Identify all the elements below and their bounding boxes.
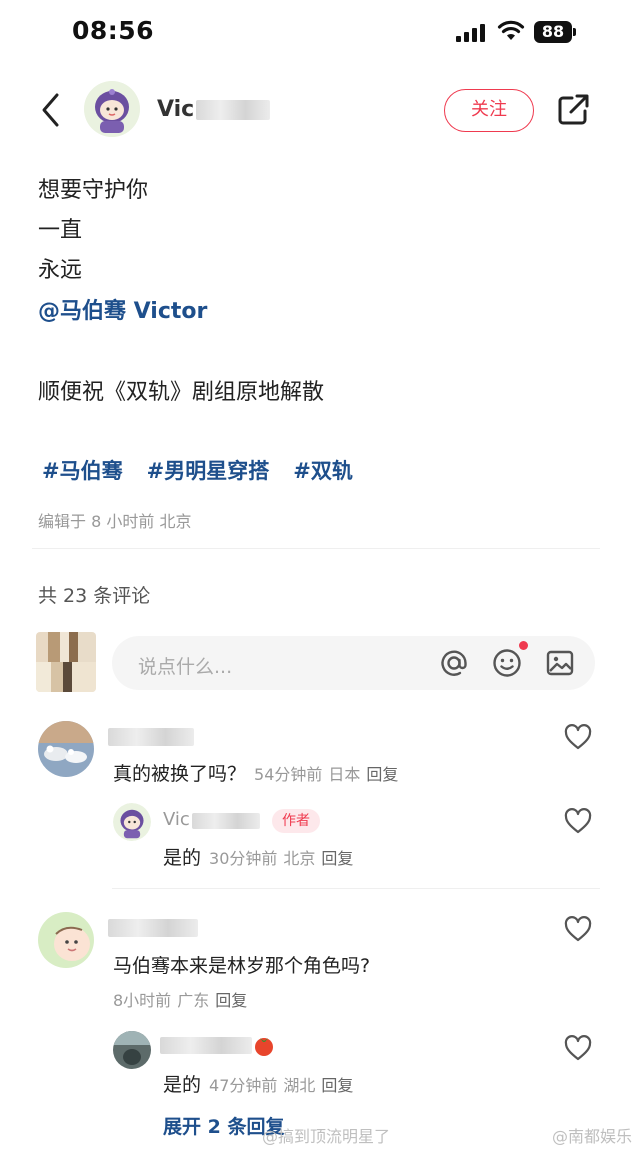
wifi-icon [497,20,525,40]
astronaut-avatar-icon [113,803,151,841]
like-heart-icon[interactable] [564,724,592,750]
comment-time: 8小时前 [113,991,172,1010]
comment-meta: 8小时前 广东 回复 [105,987,247,1011]
status-time: 08:56 [72,16,155,45]
author-reply-avatar[interactable] [113,803,151,841]
astronaut-avatar-icon [84,81,140,137]
comment-body[interactable]: 真的被换了吗？ 54分钟前 日本 回复 [113,759,398,786]
comment-count: 共 23 条评论 [38,585,151,607]
battery-tip [573,28,576,36]
comment-text[interactable]: 马伯骞本来是林岁那个角色吗? [113,951,370,978]
reply-author-name-text: Vic [163,809,190,830]
commenter-name [108,728,194,750]
reply-author-name [160,1037,252,1058]
reply-text: 是的 [163,1074,202,1096]
comment-time: 54分钟前 [254,765,323,784]
divider [32,548,600,549]
hashtag-link[interactable]: #双轨 [293,459,353,483]
at-mention-icon[interactable] [438,647,470,679]
hashtag-link[interactable]: #男明星穿搭 [147,459,270,483]
commenter-avatar[interactable] [38,912,94,968]
reply-button[interactable]: 回复 [215,991,247,1010]
commenter-avatar[interactable] [38,721,94,777]
blurred-name [196,100,271,120]
hashtags: #马伯骞 #男明星穿搭 #双轨 [42,455,377,485]
hashtag-link[interactable]: #马伯骞 [42,459,123,483]
notification-dot [519,641,528,650]
photo-avatar-icon [113,1031,151,1069]
emoji-icon[interactable] [491,647,523,679]
reply-body[interactable]: 是的 30分钟前 北京 回复 [163,843,353,870]
follow-button[interactable]: 关注 [444,89,534,132]
like-heart-icon[interactable] [564,808,592,834]
post-line-1: 想要守护你 [38,178,149,203]
author-name-text: Vic [157,97,195,122]
photo-avatar-icon [38,721,94,777]
blurred-name [108,728,194,746]
watermark-left: @搞到顶流明星了 [262,1127,391,1146]
tomato-icon [255,1038,273,1056]
reply-button[interactable]: 回复 [321,849,353,868]
reply-location: 湖北 [283,1076,316,1095]
blurred-name [108,919,198,937]
reply-text: 是的 [163,847,202,869]
post-line-4: 顺便祝《双轨》剧组原地解散 [38,380,325,405]
like-heart-icon[interactable] [564,916,592,942]
mention-link[interactable]: @马伯骞 Victor [38,293,207,325]
comment-placeholder: 说点什么... [138,656,233,678]
reply-body[interactable]: 是的 47分钟前 湖北 回复 [163,1070,353,1097]
cartoon-avatar-icon [38,912,94,968]
signal-icon [456,24,486,42]
battery-indicator: 88 [534,21,572,43]
comment-location: 广东 [177,991,210,1010]
reply-time: 30分钟前 [209,849,278,868]
image-icon[interactable] [544,647,576,679]
watermark-right: @南都娱乐 [552,1127,633,1146]
back-arrow-icon[interactable] [38,92,64,128]
post-meta: 编辑于 8 小时前 北京 [38,512,192,531]
share-icon[interactable] [556,93,590,127]
reply-button[interactable]: 回复 [366,765,398,784]
my-avatar [36,632,96,692]
comment-text: 真的被换了吗？ [113,763,247,785]
author-name[interactable]: Vic [157,97,271,122]
author-avatar[interactable] [84,81,140,137]
reply-author-name: Vic [163,809,260,830]
author-badge: 作者 [272,809,320,833]
reply-location: 北京 [283,849,316,868]
post-line-3: 永远 [38,258,83,283]
blurred-name [160,1037,252,1054]
post-line-2: 一直 [38,218,83,243]
divider [112,888,600,889]
reply-avatar[interactable] [113,1031,151,1069]
reply-button[interactable]: 回复 [321,1076,353,1095]
comment-location: 日本 [328,765,361,784]
commenter-name [108,919,198,941]
blurred-name [191,812,260,829]
like-heart-icon[interactable] [564,1035,592,1061]
reply-time: 47分钟前 [209,1076,278,1095]
